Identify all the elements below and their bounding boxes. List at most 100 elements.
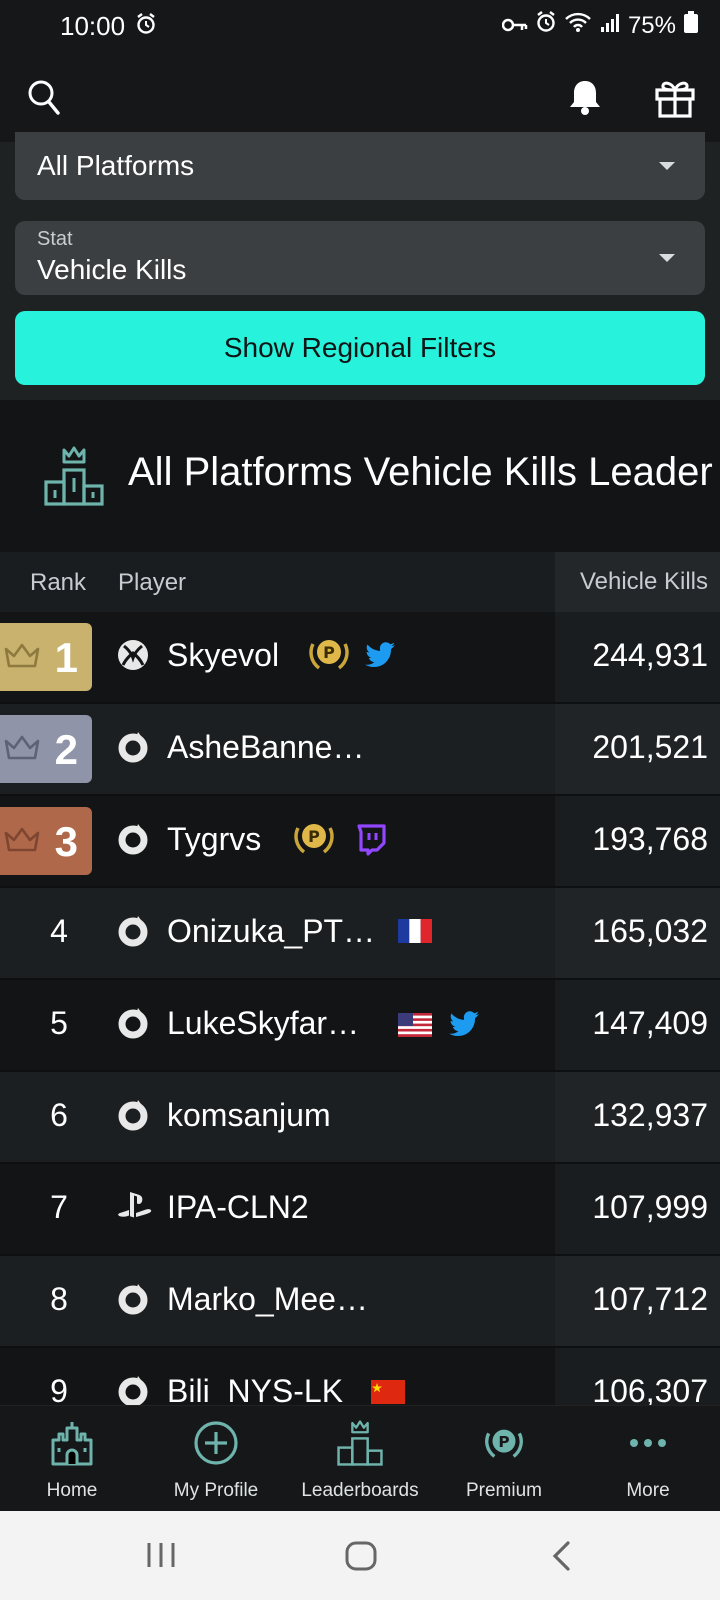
chevron-down-icon — [659, 254, 675, 262]
table-row[interactable]: 107,999 7 IPA-CLN2 — [0, 1164, 720, 1256]
table-row[interactable]: 193,768 3 Tygrvs P — [0, 796, 720, 888]
nav-premium[interactable]: P Premium — [432, 1406, 576, 1512]
rank-number: 4 — [50, 913, 68, 949]
stat-value: 165,032 — [592, 913, 708, 949]
origin-icon — [116, 1098, 150, 1137]
premium-icon: P — [290, 818, 338, 863]
alarm-icon — [536, 11, 556, 40]
player-name[interactable]: Bili_NYS-LK — [167, 1373, 343, 1405]
more-dots-icon — [625, 1420, 671, 1471]
nav-premium-label: Premium — [465, 1480, 542, 1501]
player-name[interactable]: Tygrvs — [167, 821, 261, 858]
stat-value: 201,521 — [592, 729, 708, 765]
table-row[interactable]: 107,712 8 Marko_Mee… — [0, 1256, 720, 1348]
show-regional-filters-button[interactable]: Show Regional Filters — [15, 311, 705, 385]
castle-home-icon — [49, 1420, 95, 1471]
stat-value: 193,768 — [592, 821, 708, 857]
stat-value: 147,409 — [592, 1005, 708, 1041]
twitch-icon[interactable] — [356, 824, 386, 861]
origin-icon — [116, 730, 150, 769]
table-row[interactable]: 165,032 4 Onizuka_PT… — [0, 888, 720, 980]
flag-usa-icon — [398, 1013, 432, 1042]
search-icon[interactable] — [26, 78, 62, 123]
nav-leaderboards-label: Leaderboards — [301, 1480, 419, 1501]
stat-dropdown-label: Stat — [37, 228, 73, 250]
stat-cell: 165,032 — [555, 888, 720, 978]
status-time: 10:00 — [60, 11, 126, 41]
podium-icon — [337, 1420, 383, 1471]
player-name[interactable]: komsanjum — [167, 1097, 331, 1134]
svg-text:P: P — [323, 643, 335, 662]
platform-dropdown-value: All Platforms — [37, 150, 195, 181]
rank-badge-gold: 1 — [0, 623, 92, 691]
stat-cell: 106,307 — [555, 1348, 720, 1405]
rank-number: 8 — [50, 1281, 68, 1317]
premium-icon: P — [305, 634, 353, 679]
stat-cell: 132,937 — [555, 1072, 720, 1162]
table-row[interactable]: 132,937 6 komsanjum — [0, 1072, 720, 1164]
player-name[interactable]: Skyevol — [167, 637, 279, 674]
platform-dropdown[interactable]: All Platforms — [15, 132, 705, 200]
stat-cell: 107,999 — [555, 1164, 720, 1254]
table-row[interactable]: 201,521 2 AsheBanne… — [0, 704, 720, 796]
player-name[interactable]: Onizuka_PT… — [167, 913, 375, 950]
add-circle-icon — [193, 1420, 239, 1471]
filter-panel: All Platforms Stat Vehicle Kills Show Re… — [0, 132, 720, 400]
gift-icon[interactable] — [654, 78, 696, 123]
stat-cell: 201,521 — [555, 704, 720, 794]
nav-leaderboards[interactable]: Leaderboards — [288, 1406, 432, 1512]
svg-text:P: P — [498, 1433, 509, 1451]
rank-number: 5 — [50, 1005, 68, 1041]
nav-more[interactable]: More — [576, 1406, 720, 1512]
stat-cell: 193,768 — [555, 796, 720, 886]
flag-china-icon — [371, 1380, 405, 1405]
home-button-icon[interactable] — [345, 1541, 377, 1576]
leaderboard-heading: All Platforms Vehicle Kills Leader — [0, 400, 720, 552]
twitter-icon[interactable] — [448, 1011, 480, 1042]
status-bar: 10:00 75% — [0, 0, 720, 52]
table-row[interactable]: 106,307 9 Bili_NYS-LK — [0, 1348, 720, 1405]
origin-icon — [116, 1374, 150, 1405]
stat-value: 107,999 — [592, 1189, 708, 1225]
premium-icon: P — [481, 1420, 527, 1471]
bottom-navigation: Home My Profile Leaderboards P Premium M… — [0, 1405, 720, 1511]
player-name[interactable]: AsheBanne… — [167, 729, 364, 766]
rank-column-header: Rank — [30, 569, 87, 596]
nav-my-profile-label: My Profile — [173, 1480, 259, 1501]
podium-icon — [44, 446, 104, 511]
rank-number: 3 — [54, 818, 78, 865]
top-app-bar — [0, 52, 720, 142]
origin-icon — [116, 822, 150, 861]
signal-icon — [600, 12, 620, 40]
player-name[interactable]: LukeSkyfar… — [167, 1005, 359, 1042]
rank-number: 1 — [54, 634, 78, 681]
player-name[interactable]: IPA-CLN2 — [167, 1189, 309, 1226]
rank-badge-bronze: 3 — [0, 807, 92, 875]
rank-number: 6 — [50, 1097, 68, 1133]
stat-value: 132,937 — [592, 1097, 708, 1133]
stat-dropdown[interactable]: Stat Vehicle Kills — [15, 221, 705, 295]
table-row[interactable]: 244,931 1 Skyevol P — [0, 612, 720, 704]
back-icon[interactable] — [551, 1541, 573, 1576]
flag-france-icon — [398, 919, 432, 948]
battery-text: 75% — [627, 11, 676, 39]
player-name[interactable]: Marko_Mee… — [167, 1281, 368, 1318]
nav-home[interactable]: Home — [0, 1406, 144, 1512]
nav-my-profile[interactable]: My Profile — [144, 1406, 288, 1512]
crown-icon — [4, 643, 40, 674]
battery-icon — [684, 11, 698, 40]
alarm-icon — [136, 13, 156, 40]
leaderboard-title: All Platforms Vehicle Kills Leader — [128, 450, 713, 494]
player-column-header: Player — [118, 569, 187, 596]
origin-icon — [116, 914, 150, 953]
twitter-icon[interactable] — [364, 642, 396, 673]
table-row[interactable]: 147,409 5 LukeSkyfar… — [0, 980, 720, 1072]
svg-text:P: P — [308, 827, 320, 846]
stat-column-header[interactable]: Vehicle Kills — [555, 552, 720, 612]
stat-dropdown-value: Vehicle Kills — [37, 254, 187, 285]
notifications-bell-icon[interactable] — [568, 78, 602, 121]
leaderboard-table: Rank Player Vehicle Kills 244,931 1 Skye… — [0, 552, 720, 1405]
rank-number: 7 — [50, 1189, 68, 1225]
key-icon — [501, 12, 528, 40]
recent-apps-icon[interactable] — [146, 1541, 176, 1574]
